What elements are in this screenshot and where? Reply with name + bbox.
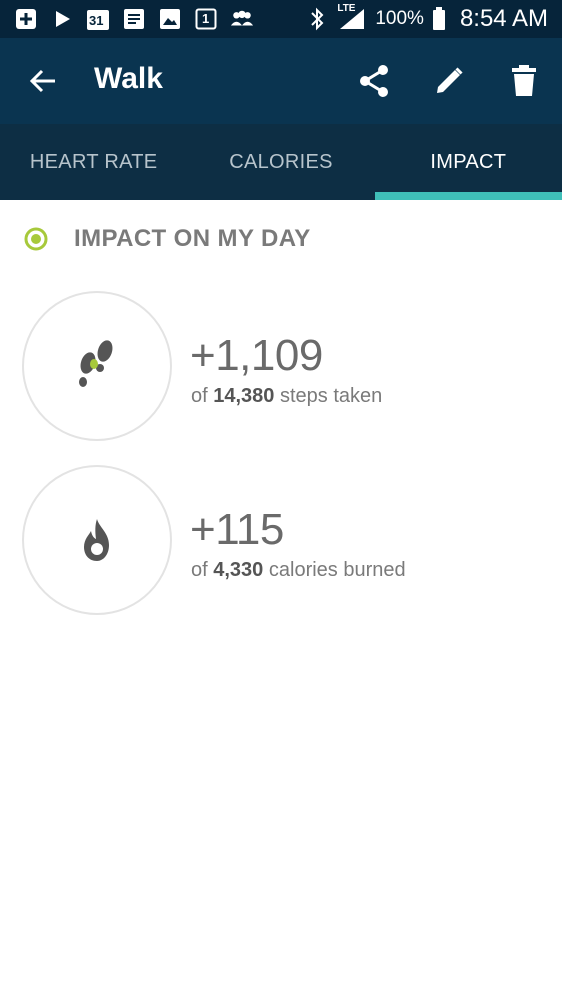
status-bar: 31 1 LTE 100% 8:54 AM bbox=[0, 0, 562, 38]
steps-prefix: of bbox=[191, 385, 208, 407]
calendar-icon: 31 bbox=[86, 7, 110, 31]
steps-value: +1,109 bbox=[190, 331, 323, 380]
trash-icon bbox=[512, 65, 536, 96]
target-icon bbox=[24, 227, 48, 251]
tab-impact[interactable]: IMPACT bbox=[374, 124, 562, 200]
tab-heart-rate[interactable]: HEART RATE bbox=[0, 124, 187, 200]
clock-time: 8:54 AM bbox=[459, 5, 548, 32]
lte-signal-icon: LTE bbox=[337, 3, 367, 31]
calories-subtitle: of 4,330 calories burned bbox=[191, 559, 406, 582]
steps-total: 14,380 bbox=[213, 385, 275, 407]
section-title: IMPACT ON MY DAY bbox=[74, 225, 311, 252]
flame-icon bbox=[84, 519, 109, 561]
back-button[interactable] bbox=[26, 64, 60, 98]
calories-stat: +115 of 4,330 calories burned bbox=[22, 465, 542, 617]
page-title: Walk bbox=[94, 62, 163, 95]
share-button[interactable] bbox=[355, 62, 393, 100]
steps-suffix: steps taken bbox=[279, 385, 383, 407]
calendar-day-label: 1 bbox=[202, 11, 210, 26]
app-bar: Walk bbox=[0, 38, 562, 124]
calories-value: +115 bbox=[190, 505, 284, 554]
tab-calories[interactable]: CALORIES bbox=[187, 124, 374, 200]
play-icon bbox=[50, 7, 74, 31]
lte-label: LTE bbox=[337, 3, 356, 14]
calories-circle bbox=[22, 465, 172, 615]
calendar-day-icon: 1 bbox=[194, 7, 218, 31]
bluetooth-icon bbox=[305, 7, 329, 31]
steps-circle bbox=[22, 291, 172, 441]
footsteps-icon bbox=[79, 340, 113, 387]
arrow-left-icon bbox=[29, 69, 55, 93]
calories-total: 4,330 bbox=[213, 559, 264, 581]
group-icon bbox=[230, 7, 254, 31]
steps-subtitle: of 14,380 steps taken bbox=[191, 385, 382, 408]
steps-stat: +1,109 of 14,380 steps taken bbox=[22, 291, 542, 443]
calories-suffix: calories burned bbox=[268, 559, 406, 581]
edit-button[interactable] bbox=[430, 62, 468, 100]
calories-prefix: of bbox=[191, 559, 208, 581]
battery-icon bbox=[432, 7, 446, 31]
notes-icon bbox=[122, 7, 146, 31]
image-icon bbox=[158, 7, 182, 31]
calendar-day-number: 31 bbox=[89, 13, 104, 28]
plus-box-icon bbox=[14, 7, 38, 31]
pencil-icon bbox=[437, 67, 463, 93]
section-header: IMPACT ON MY DAY bbox=[24, 225, 311, 253]
battery-percent: 100% bbox=[375, 8, 424, 29]
tab-bar: HEART RATE CALORIES IMPACT bbox=[0, 124, 562, 200]
delete-button[interactable] bbox=[505, 62, 543, 100]
share-icon bbox=[360, 65, 388, 97]
